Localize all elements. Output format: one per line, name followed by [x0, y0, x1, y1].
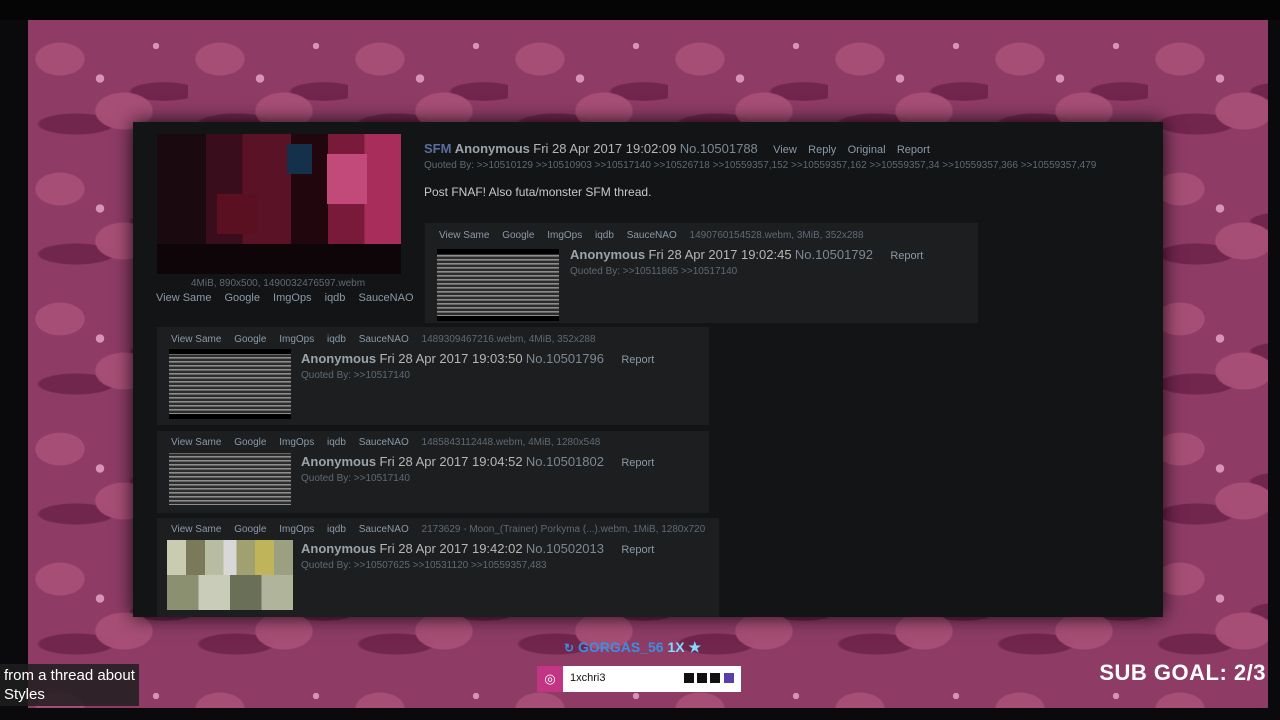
op-file-links: View Same Google ImgOps iqdb SauceNAO	[156, 292, 424, 304]
op-quoted-by[interactable]: Quoted By: >>10510129 >>10510903 >>10517…	[424, 160, 1096, 171]
report-link[interactable]: Report	[621, 457, 654, 469]
view-same-link[interactable]: View Same	[171, 334, 221, 345]
reply-quoted-by[interactable]: Quoted By: >>10517140	[301, 370, 410, 381]
top-bar	[0, 0, 1280, 20]
reply-file-info: 1485843112448.webm, 4MiB, 1280x548	[421, 437, 601, 448]
reply-thumbnail[interactable]	[167, 540, 293, 610]
reply-post-number[interactable]: No.10501792	[795, 247, 873, 262]
reply-post: View Same Google ImgOps iqdb SauceNAO 14…	[157, 327, 709, 425]
reply-quoted-by[interactable]: Quoted By: >>10517140	[301, 473, 410, 484]
reply-header: Anonymous Fri 28 Apr 2017 19:04:52 No.10…	[301, 454, 654, 469]
reply-thumbnail[interactable]	[169, 349, 291, 419]
op-name: Anonymous	[454, 141, 530, 156]
instagram-icon: ◎	[537, 666, 563, 692]
reply-quoted-by[interactable]: Quoted By: >>10511865 >>10517140	[570, 266, 737, 277]
google-link[interactable]: Google	[225, 292, 260, 304]
view-link[interactable]: View	[773, 144, 797, 156]
instagram-banner: ◎ 1xchri3	[537, 666, 741, 692]
gift-icon: ↻	[564, 641, 575, 655]
reply-link[interactable]: Reply	[808, 144, 836, 156]
iqdb-link[interactable]: iqdb	[325, 292, 346, 304]
gift-user: GORGAS_56	[577, 639, 664, 655]
imgops-link[interactable]: ImgOps	[547, 230, 582, 241]
reply-date: Fri 28 Apr 2017 19:42:02	[379, 541, 523, 556]
iqdb-link[interactable]: iqdb	[327, 437, 346, 448]
banner-block	[684, 673, 694, 683]
reply-date: Fri 28 Apr 2017 19:03:50	[379, 351, 523, 366]
saucenao-link[interactable]: SauceNAO	[359, 334, 409, 345]
report-link[interactable]: Report	[621, 544, 654, 556]
caption-line: from a thread about	[4, 667, 135, 684]
caption-overlay: from a thread about Styles	[0, 664, 139, 706]
view-same-link[interactable]: View Same	[439, 230, 489, 241]
saucenao-link[interactable]: SauceNAO	[627, 230, 677, 241]
google-link[interactable]: Google	[234, 334, 266, 345]
imgops-link[interactable]: ImgOps	[279, 334, 314, 345]
saucenao-link[interactable]: SauceNAO	[358, 292, 413, 304]
reply-name: Anonymous	[301, 351, 377, 366]
reply-file-bar: View Same Google ImgOps iqdb SauceNAO 21…	[171, 524, 715, 535]
original-link[interactable]: Original	[848, 144, 886, 156]
reply-date: Fri 28 Apr 2017 19:04:52	[379, 454, 523, 469]
view-same-link[interactable]: View Same	[156, 292, 211, 304]
reply-file-info: 1490760154528.webm, 3MiB, 352x288	[689, 230, 864, 241]
reply-date: Fri 28 Apr 2017 19:02:45	[648, 247, 792, 262]
reply-post-number[interactable]: No.10502013	[526, 541, 604, 556]
gift-multiplier: 1X	[667, 639, 685, 655]
report-link[interactable]: Report	[621, 354, 654, 366]
reply-thumbnail[interactable]	[437, 249, 559, 321]
imgops-link[interactable]: ImgOps	[279, 524, 314, 535]
instagram-handle: 1xchri3	[570, 672, 606, 684]
saucenao-link[interactable]: SauceNAO	[359, 437, 409, 448]
caption-line: Styles	[4, 686, 45, 703]
imgops-link[interactable]: ImgOps	[279, 437, 314, 448]
reply-post-number[interactable]: No.10501802	[526, 454, 604, 469]
banner-block	[710, 673, 720, 683]
report-link[interactable]: Report	[897, 144, 930, 156]
reply-name: Anonymous	[301, 454, 377, 469]
imgops-link[interactable]: ImgOps	[273, 292, 312, 304]
reply-header: Anonymous Fri 28 Apr 2017 19:03:50 No.10…	[301, 351, 654, 366]
reply-header: Anonymous Fri 28 Apr 2017 19:42:02 No.10…	[301, 541, 654, 556]
google-link[interactable]: Google	[502, 230, 534, 241]
reply-quoted-by[interactable]: Quoted By: >>10507625 >>10531120 >>10559…	[301, 560, 547, 571]
saucenao-link[interactable]: SauceNAO	[359, 524, 409, 535]
reply-file-bar: View Same Google ImgOps iqdb SauceNAO 14…	[171, 334, 606, 345]
view-same-link[interactable]: View Same	[171, 437, 221, 448]
op-thumbnail[interactable]	[157, 134, 401, 274]
google-link[interactable]: Google	[234, 437, 266, 448]
reply-file-bar: View Same Google ImgOps iqdb SauceNAO 14…	[171, 437, 610, 448]
op-header: SFM Anonymous Fri 28 Apr 2017 19:02:09 N…	[424, 141, 930, 156]
iqdb-link[interactable]: iqdb	[327, 334, 346, 345]
thread-view: 4MiB, 890x500, 1490032476597.webm View S…	[133, 122, 1163, 617]
gift-alert: ↻ GORGAS_56 1X ★	[564, 639, 701, 656]
iqdb-link[interactable]: iqdb	[595, 230, 614, 241]
iqdb-link[interactable]: iqdb	[327, 524, 346, 535]
reply-name: Anonymous	[301, 541, 377, 556]
reply-post: View Same Google ImgOps iqdb SauceNAO 14…	[157, 431, 709, 513]
reply-post-number[interactable]: No.10501796	[526, 351, 604, 366]
reply-name: Anonymous	[570, 247, 646, 262]
google-link[interactable]: Google	[234, 524, 266, 535]
reply-file-bar: View Same Google ImgOps iqdb SauceNAO 14…	[439, 230, 874, 241]
op-subject: SFM	[424, 141, 452, 156]
reply-post: View Same Google ImgOps iqdb SauceNAO 21…	[157, 518, 719, 617]
star-icon: ★	[688, 639, 702, 655]
view-same-link[interactable]: View Same	[171, 524, 221, 535]
reply-file-info: 2173629 - Moon_(Trainer) Porkyma (...).w…	[421, 524, 706, 535]
sub-goal-counter: SUB GOAL: 2/3	[1099, 660, 1266, 685]
reply-file-info: 1489309467216.webm, 4MiB, 352x288	[421, 334, 596, 345]
op-file-info: 4MiB, 890x500, 1490032476597.webm	[191, 278, 366, 289]
reply-post: View Same Google ImgOps iqdb SauceNAO 14…	[425, 223, 978, 323]
op-message: Post FNAF! Also futa/monster SFM thread.	[424, 185, 652, 199]
op-date: Fri 28 Apr 2017 19:02:09	[533, 141, 677, 156]
banner-block	[724, 673, 734, 683]
report-link[interactable]: Report	[890, 250, 923, 262]
reply-header: Anonymous Fri 28 Apr 2017 19:02:45 No.10…	[570, 247, 923, 262]
op-post-number[interactable]: No.10501788	[680, 141, 758, 156]
reply-thumbnail[interactable]	[169, 453, 291, 505]
banner-block	[697, 673, 707, 683]
